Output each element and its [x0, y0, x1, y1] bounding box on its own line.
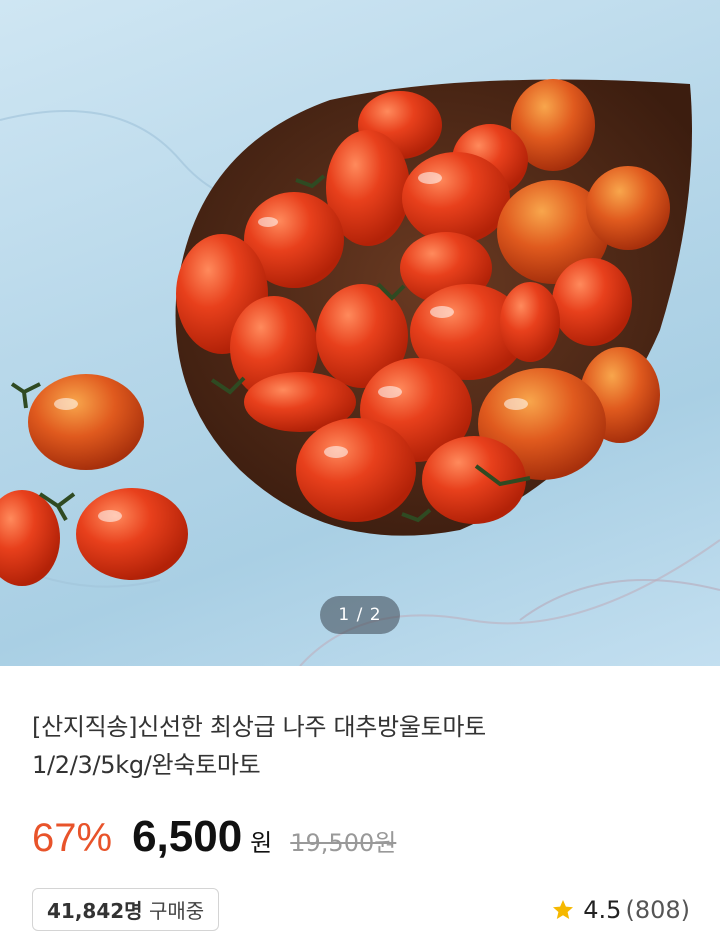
- sale-price: 6,500: [132, 812, 243, 861]
- product-info: [산지직송]신선한 최상급 나주 대추방울토마토 1/2/3/5kg/완숙토마토…: [0, 708, 720, 931]
- rating-summary[interactable]: 4.5 (808): [551, 896, 690, 924]
- price-row: 67% 6,500 원 19,500원: [32, 812, 688, 862]
- rating-score: 4.5: [583, 895, 622, 924]
- review-count: (808): [625, 895, 690, 924]
- star-icon: [553, 899, 574, 919]
- buyers-badge: 41,842명 구매중: [32, 888, 220, 931]
- gallery-page-indicator: 1 / 2: [320, 596, 400, 634]
- stats-row: 41,842명 구매중 4.5 (808): [32, 888, 690, 931]
- original-price: 19,500원: [290, 829, 397, 857]
- price-unit: 원: [250, 829, 273, 857]
- buyers-label: 구매중: [148, 899, 205, 923]
- discount-rate: 67%: [32, 816, 113, 860]
- product-title: [산지직송]신선한 최상급 나주 대추방울토마토 1/2/3/5kg/완숙토마토: [32, 708, 688, 784]
- product-title-line1: [산지직송]신선한 최상급 나주 대추방울토마토: [32, 713, 486, 741]
- product-image-gallery[interactable]: 1 / 2: [0, 0, 720, 666]
- product-title-line2: 1/2/3/5kg/완숙토마토: [32, 751, 261, 779]
- product-image: [0, 79, 720, 666]
- buyers-count: 41,842명: [47, 899, 143, 923]
